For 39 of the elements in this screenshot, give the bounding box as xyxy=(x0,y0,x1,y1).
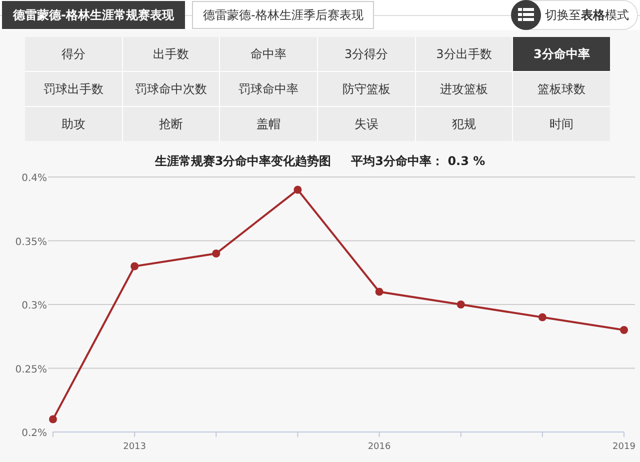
data-point xyxy=(212,250,220,258)
x-axis-label: 2019 xyxy=(612,442,636,452)
stat-tab[interactable]: 盖帽 xyxy=(220,107,317,141)
stat-tab[interactable]: 3分出手数 xyxy=(416,37,512,71)
y-axis-label: 0.2% xyxy=(22,428,47,439)
data-point xyxy=(456,300,465,308)
stat-tab[interactable]: 罚球出手数 xyxy=(25,72,122,106)
stat-tab[interactable]: 得分 xyxy=(25,37,122,71)
stat-tab[interactable]: 3分命中率 xyxy=(513,37,610,71)
tab[interactable]: 德雷蒙德-格林生涯季后赛表现 xyxy=(192,1,374,29)
stat-tab[interactable]: 助攻 xyxy=(25,107,122,141)
stat-tab[interactable]: 防守篮板 xyxy=(318,72,415,106)
data-point xyxy=(294,186,302,194)
stat-tab[interactable]: 出手数 xyxy=(122,37,220,71)
stat-tab[interactable]: 3分得分 xyxy=(318,37,415,71)
chart-title: 生涯常规赛3分命中率变化趋势图 xyxy=(154,153,332,170)
stat-tab[interactable]: 时间 xyxy=(513,107,610,141)
y-axis-label: 0.25% xyxy=(15,364,47,376)
stat-tab[interactable]: 篮板球数 xyxy=(513,72,610,106)
stat-tab[interactable]: 罚球命中率 xyxy=(220,72,317,106)
view-toggle-button[interactable]: 切换至表格模式 xyxy=(511,0,638,30)
stat-tab[interactable]: 抢断 xyxy=(122,107,220,141)
x-axis-label: 2013 xyxy=(123,442,146,452)
average-rate: 平均3分命中率： 0.3 % xyxy=(351,153,486,170)
y-axis-label: 0.35% xyxy=(15,236,47,248)
data-point xyxy=(620,326,628,334)
stat-tab[interactable]: 罚球命中次数 xyxy=(122,72,220,106)
stat-tab[interactable]: 命中率 xyxy=(220,37,317,71)
data-point xyxy=(49,415,57,424)
stat-tab[interactable]: 失误 xyxy=(318,107,415,141)
stat-tab[interactable]: 进攻篮板 xyxy=(416,72,512,106)
stat-tab[interactable]: 犯规 xyxy=(416,107,512,141)
y-axis-label: 0.3% xyxy=(22,300,47,312)
data-point xyxy=(538,313,546,322)
data-point xyxy=(130,262,139,270)
x-axis-label: 2016 xyxy=(368,442,391,452)
y-axis-label: 0.4% xyxy=(22,173,47,184)
tab[interactable]: 德雷蒙德-格林生涯常规赛表现 xyxy=(2,1,185,29)
data-point xyxy=(375,288,384,296)
